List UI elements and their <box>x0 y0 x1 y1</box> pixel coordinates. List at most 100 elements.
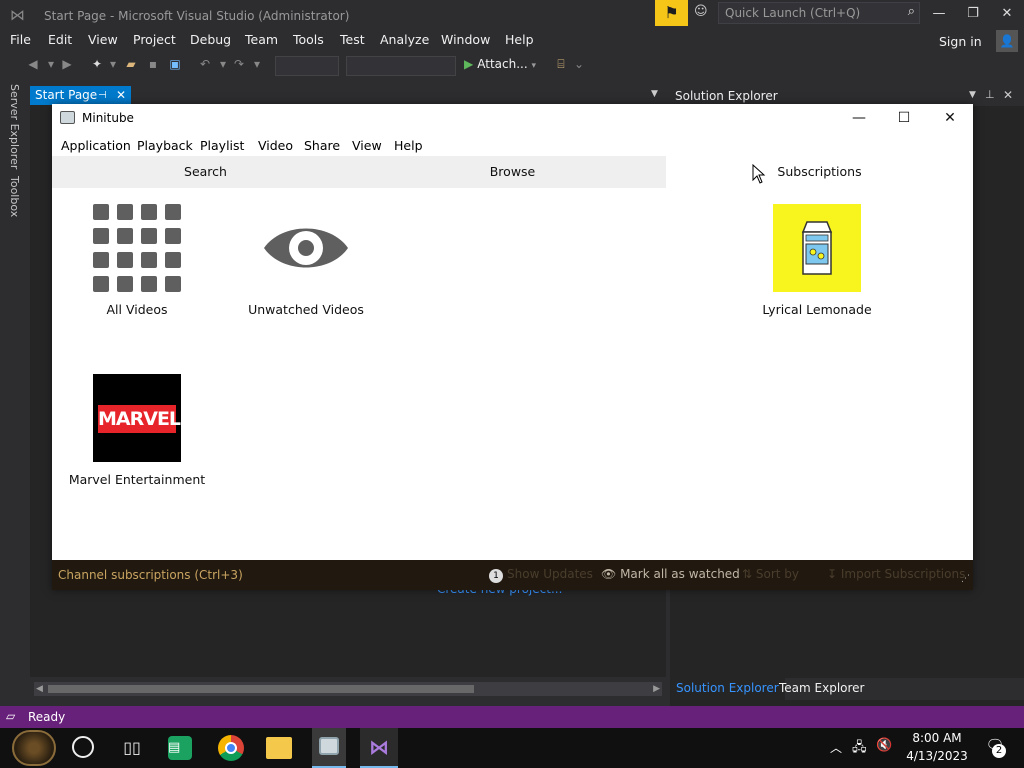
channel-all-videos[interactable]: All Videos <box>52 204 222 324</box>
undo-icon[interactable]: ↶ <box>196 57 214 75</box>
navigate-back-icon[interactable]: ◀ <box>24 57 42 75</box>
chevron-down-icon[interactable]: ▼ <box>969 90 976 100</box>
minitube-window: Minitube — ☐ ✕ Application Playback Play… <box>52 104 973 590</box>
close-button[interactable]: ✕ <box>994 4 1020 24</box>
chevron-up-icon[interactable]: ︿ <box>830 739 842 756</box>
minitube-app-icon <box>60 111 75 124</box>
pin-icon[interactable]: ⊣ <box>98 86 107 105</box>
tab-solution-explorer[interactable]: Solution Explorer <box>670 678 785 700</box>
channel-label: Lyrical Lemonade <box>762 302 872 317</box>
menu-application[interactable]: Application <box>61 138 131 153</box>
account-icon[interactable]: 👤 <box>996 30 1018 52</box>
sort-icon: ⇅ <box>742 567 753 581</box>
save-icon[interactable]: ▪ <box>144 57 162 75</box>
search-icon[interactable] <box>72 736 94 758</box>
redo-icon[interactable]: ↷ <box>230 57 248 75</box>
mark-all-watched-button[interactable]: 👁 Mark all as watched <box>601 567 740 581</box>
visual-studio-taskbar-icon[interactable]: ⋈ <box>360 728 398 768</box>
tab-search[interactable]: Search <box>52 156 359 188</box>
menu-view[interactable]: View <box>352 138 382 153</box>
chevron-down-icon[interactable]: ▼ <box>651 89 658 99</box>
menu-team[interactable]: Team <box>245 32 278 47</box>
task-view-icon[interactable]: ▯▯ <box>118 734 146 762</box>
search-icon[interactable]: ⌕ <box>908 4 915 19</box>
menu-debug[interactable]: Debug <box>190 32 231 47</box>
import-label: Import Subscriptions <box>840 567 966 581</box>
horizontal-scrollbar[interactable]: ◀ ▶ <box>34 682 662 696</box>
network-icon[interactable]: 🖧 <box>852 738 867 760</box>
sort-by-button[interactable]: ⇅ Sort by <box>742 567 799 581</box>
menu-tools[interactable]: Tools <box>293 32 324 47</box>
restore-button[interactable]: ❐ <box>960 4 986 24</box>
close-icon[interactable]: ✕ <box>1003 88 1013 102</box>
show-updates-button[interactable]: 1 Show Updates <box>489 567 593 583</box>
tab-subscriptions[interactable]: Subscriptions <box>666 156 973 188</box>
toolbar-overflow-icon[interactable]: ⌄ <box>570 57 588 75</box>
pin-icon[interactable]: ⊥ <box>985 88 995 101</box>
channel-lyrical-lemonade[interactable]: Lyrical Lemonade <box>732 204 902 324</box>
minitube-window-title: Minitube <box>82 111 134 125</box>
chrome-icon[interactable] <box>218 735 244 761</box>
minitube-title-bar: Minitube — ☐ ✕ <box>52 104 973 132</box>
resize-grip-icon[interactable]: ⋰ <box>961 574 970 584</box>
open-folder-icon[interactable]: ▰ <box>122 57 140 75</box>
vs-title-bar: ⋈ Start Page - Microsoft Visual Studio (… <box>0 0 1024 32</box>
attach-button[interactable]: ▶ Attach... ▾ <box>464 57 536 71</box>
menu-window[interactable]: Window <box>441 32 490 47</box>
notification-count-badge: 2 <box>992 744 1006 758</box>
menu-playback[interactable]: Playback <box>137 138 193 153</box>
updates-count-badge: 1 <box>489 569 503 583</box>
scroll-right-icon[interactable]: ▶ <box>653 682 660 696</box>
minimize-button[interactable]: — <box>926 4 952 24</box>
menu-edit[interactable]: Edit <box>48 32 72 47</box>
toolbox-tab[interactable]: Toolbox <box>8 176 21 217</box>
channel-label: All Videos <box>106 302 168 317</box>
status-text: Channel subscriptions (Ctrl+3) <box>58 568 243 582</box>
navigate-forward-icon[interactable]: ▶ <box>58 57 76 75</box>
scrollbar-thumb[interactable] <box>48 685 474 693</box>
file-explorer-icon[interactable] <box>266 737 292 759</box>
import-subscriptions-button[interactable]: ↧ Import Subscriptions <box>827 567 965 581</box>
clock-time[interactable]: 8:00 AM <box>909 731 965 745</box>
menu-help[interactable]: Help <box>505 32 534 47</box>
save-all-icon[interactable]: ▣ <box>166 57 184 75</box>
tab-team-explorer[interactable]: Team Explorer <box>773 678 871 700</box>
solution-configuration-dropdown[interactable] <box>275 56 339 76</box>
start-button[interactable] <box>12 730 56 766</box>
menu-video[interactable]: Video <box>258 138 293 153</box>
menu-analyze[interactable]: Analyze <box>380 32 429 47</box>
chevron-down-icon[interactable]: ▾ <box>248 57 266 75</box>
solution-platform-dropdown[interactable] <box>346 56 456 76</box>
minitube-taskbar-icon[interactable] <box>312 728 346 768</box>
find-in-files-icon[interactable]: ⌸ <box>552 57 570 75</box>
show-updates-label: Show Updates <box>507 567 593 581</box>
quick-launch-placeholder: Quick Launch (Ctrl+Q) <box>725 6 861 20</box>
channel-unwatched-videos[interactable]: Unwatched Videos <box>221 204 391 324</box>
menu-playlist[interactable]: Playlist <box>200 138 244 153</box>
channel-label: Marvel Entertainment <box>68 472 206 487</box>
google-sheets-icon[interactable]: ▤ <box>168 736 192 760</box>
tab-browse[interactable]: Browse <box>359 156 666 188</box>
minitube-minimize-button[interactable]: — <box>844 108 874 128</box>
minitube-maximize-button[interactable]: ☐ <box>889 108 919 128</box>
menu-view[interactable]: View <box>88 32 118 47</box>
clock-date[interactable]: 4/13/2023 <box>902 749 972 763</box>
menu-help[interactable]: Help <box>394 138 423 153</box>
menu-file[interactable]: File <box>10 32 31 47</box>
scroll-left-icon[interactable]: ◀ <box>36 682 43 696</box>
chevron-down-icon[interactable]: ▾ <box>104 57 122 75</box>
chevron-down-icon: ▾ <box>531 61 537 71</box>
volume-muted-icon[interactable]: 🔇 <box>876 738 892 753</box>
sign-in-link[interactable]: Sign in <box>939 34 982 49</box>
server-explorer-tab[interactable]: Server Explorer <box>8 84 21 169</box>
quick-launch-input[interactable]: Quick Launch (Ctrl+Q) ⌕ <box>718 2 920 24</box>
notifications-flag-icon[interactable]: ⚑ <box>655 0 688 26</box>
menu-share[interactable]: Share <box>304 138 340 153</box>
menu-project[interactable]: Project <box>133 32 176 47</box>
close-icon[interactable]: ✕ <box>116 86 126 105</box>
side-tool-tabs: Server Explorer Toolbox <box>0 80 30 705</box>
menu-test[interactable]: Test <box>340 32 365 47</box>
feedback-icon[interactable]: ☺ <box>694 4 714 24</box>
channel-marvel-entertainment[interactable]: MARVEL Marvel Entertainment <box>52 374 222 494</box>
minitube-close-button[interactable]: ✕ <box>935 108 965 128</box>
